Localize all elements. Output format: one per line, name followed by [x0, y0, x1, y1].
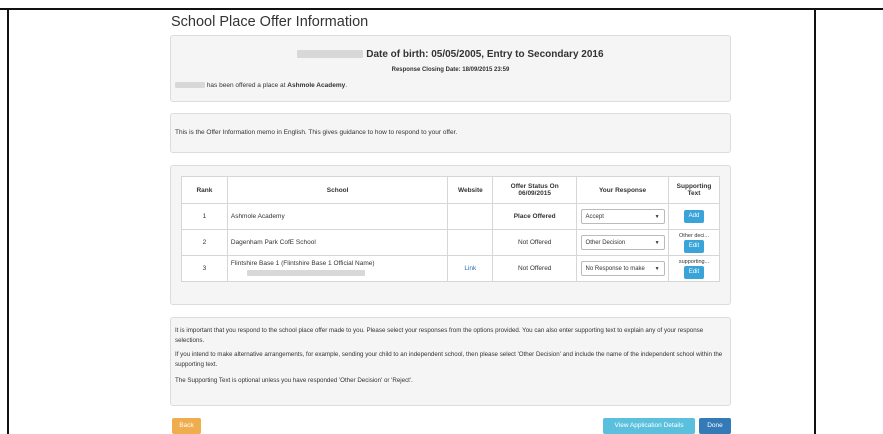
window-top-border [0, 8, 883, 10]
guidance-panel: It is important that you respond to the … [170, 317, 731, 406]
row-supporting-cell: supporting... Edit [668, 255, 720, 282]
row-rank: 2 [181, 229, 228, 256]
col-rank: Rank [181, 176, 228, 204]
row-school: Dagenham Park CofE School [226, 229, 449, 256]
table-header-row: Rank School Website Offer Status On 06/0… [181, 176, 720, 204]
add-supporting-text-button[interactable]: Add [684, 210, 705, 223]
row-school: Ashmole Academy [226, 203, 449, 230]
row-status: Not Offered [492, 255, 578, 282]
supporting-text-preview: supporting... [678, 258, 710, 265]
row-supporting-cell: Add [668, 203, 720, 230]
row-status: Not Offered [492, 229, 578, 256]
offer-suffix: . [345, 82, 348, 89]
row-supporting-cell: Other deci... Edit [668, 229, 720, 256]
redacted-school-address [231, 269, 445, 278]
offer-summary-panel: Date of birth: 05/05/2005, Entry to Seco… [170, 35, 731, 102]
response-select-value: No Response to make [585, 266, 645, 272]
guidance-note-2: If you intend to make alternative arrang… [175, 351, 723, 368]
offer-school: Ashmole Academy [287, 82, 346, 89]
preferences-panel: Rank School Website Offer Status On 06/0… [170, 165, 731, 305]
redacted-child-name [175, 82, 205, 89]
chevron-down-icon: ▼ [654, 240, 660, 246]
dob-entry-text: Date of birth: 05/05/2005, Entry to Seco… [366, 49, 604, 60]
row-website [447, 203, 494, 230]
table-row: 2 Dagenham Park CofE School Not Offered … [181, 229, 720, 256]
row-response-cell: Accept ▼ [576, 203, 670, 230]
preferences-table: Rank School Website Offer Status On 06/0… [181, 176, 720, 282]
table-row: 1 Ashmole Academy Place Offered Accept ▼ … [181, 203, 720, 230]
edit-supporting-text-button[interactable]: Edit [684, 239, 705, 253]
col-school: School [226, 176, 449, 204]
col-supporting-text: Supporting Text [668, 176, 720, 204]
table-row: 3 Flintshire Base 1 (Flintshire Base 1 O… [181, 255, 720, 282]
window-right-border [814, 9, 816, 434]
response-select-value: Accept [585, 214, 604, 220]
col-your-response: Your Response [576, 176, 670, 204]
redacted-student-name [297, 50, 364, 59]
row-school: Flintshire Base 1 (Flintshire Base 1 Off… [230, 259, 375, 267]
chevron-down-icon: ▼ [654, 214, 660, 220]
page-title: School Place Offer Information [171, 14, 369, 30]
response-select[interactable]: No Response to make ▼ [580, 261, 665, 276]
guidance-note-1: It is important that you respond to the … [175, 327, 704, 344]
row-response-cell: No Response to make ▼ [576, 255, 670, 282]
response-select-value: Other Decision [585, 240, 626, 246]
supporting-text-preview: Other deci... [679, 232, 709, 239]
col-offer-status: Offer Status On 06/09/2015 [492, 176, 578, 204]
student-header: Date of birth: 05/05/2005, Entry to Seco… [171, 49, 730, 60]
edit-supporting-text-button[interactable]: Edit [684, 265, 705, 279]
done-button[interactable]: Done [699, 418, 731, 434]
memo-panel: This is the Offer Information memo in En… [170, 113, 731, 153]
row-rank: 1 [181, 203, 228, 230]
offer-prefix: has been offered a place at [206, 82, 286, 89]
redaction-bar [246, 269, 365, 276]
row-website [447, 229, 494, 256]
col-website: Website [447, 176, 494, 204]
offer-statement: has been offered a place at Ashmole Acad… [175, 82, 347, 89]
response-select[interactable]: Accept ▼ [580, 209, 665, 224]
closing-date: Response Closing Date: 18/09/2015 23:59 [391, 67, 510, 73]
chevron-down-icon: ▼ [654, 266, 660, 272]
memo-text: This is the Offer Information memo in En… [175, 129, 458, 136]
window-left-border [7, 9, 9, 434]
guidance-note-3: The Supporting Text is optional unless y… [175, 377, 413, 384]
back-button[interactable]: Back [172, 418, 201, 434]
row-status: Place Offered [492, 203, 578, 230]
view-application-details-button[interactable]: View Application Details [603, 418, 695, 434]
row-response-cell: Other Decision ▼ [576, 229, 670, 256]
response-select[interactable]: Other Decision ▼ [580, 235, 665, 250]
row-rank: 3 [181, 255, 228, 282]
row-website-cell: Link [447, 255, 494, 282]
website-link[interactable]: Link [464, 265, 476, 272]
row-school-cell: Flintshire Base 1 (Flintshire Base 1 Off… [226, 255, 449, 282]
